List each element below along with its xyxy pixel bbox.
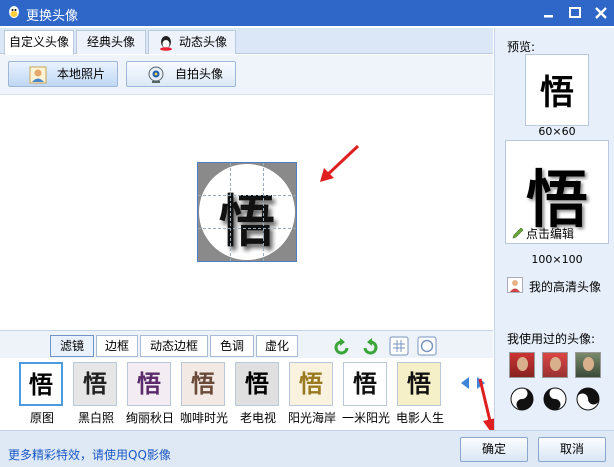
more-effects-link[interactable]: 更多精彩特效，请使用QQ影像 (8, 446, 171, 463)
filter-thumbnail: 悟 (73, 362, 117, 406)
crop-guide (263, 163, 264, 261)
preview-small-glyph: 悟 (540, 73, 574, 113)
used-avatars-title: 我使用过的头像: (507, 332, 596, 346)
click-to-edit-label: 点击编辑 (526, 227, 575, 241)
filter-tab-tone[interactable]: 色调 (210, 335, 254, 357)
annotation-arrow (320, 144, 360, 182)
face-icon (550, 357, 561, 371)
filter-tab-blur[interactable]: 虚化 (256, 335, 298, 357)
hd-avatar-icon (507, 277, 523, 293)
preview-small-size: 60×60 (538, 125, 576, 138)
cancel-button[interactable]: 取消 (538, 437, 606, 462)
filter-thumbnail: 悟 (289, 362, 333, 406)
filter-tab-border[interactable]: 边框 (96, 335, 138, 357)
filter-tabs: 滤镜 边框 动态边框 色调 虚化 (0, 330, 493, 358)
face-icon (583, 357, 594, 371)
filter-thumbnail: 悟 (127, 362, 171, 406)
hd-avatar-label: 我的高清头像 (529, 280, 602, 294)
preview-large-size: 100×100 (531, 253, 583, 266)
qq-penguin-icon (160, 36, 172, 51)
rotate-left-icon[interactable] (332, 337, 352, 357)
selfie-label: 自拍头像 (175, 67, 224, 81)
close-icon[interactable] (592, 4, 610, 22)
bottom-bar: 更多精彩特效，请使用QQ影像 确定 取消 (0, 430, 614, 467)
filter-tab-animated-border[interactable]: 动态边框 (140, 335, 208, 357)
title-bar: 更换头像 (0, 0, 614, 26)
tab-custom-avatar[interactable]: 自定义头像 (4, 30, 74, 55)
qq-logo-icon (9, 6, 19, 18)
webcam-icon (148, 66, 164, 83)
window-title: 更换头像 (26, 9, 79, 24)
crop-area[interactable]: 悟 (197, 162, 297, 262)
preview-panel: 预览: 悟 60×60 悟 点击编辑 100×100 我的高清头像 我使用过的头… (494, 28, 614, 430)
face-icon (517, 357, 528, 371)
preview-large[interactable]: 悟 点击编辑 (505, 140, 609, 244)
scroll-left-icon[interactable] (459, 376, 471, 390)
avatar-type-tabs: 自定义头像 经典头像 动态头像 (0, 28, 493, 55)
crop-guide (198, 228, 296, 229)
preview-small: 悟 (525, 54, 589, 126)
tab-animated-avatar-label: 动态头像 (179, 35, 228, 49)
circle-crop-icon[interactable] (417, 336, 437, 356)
tab-animated-avatar[interactable]: 动态头像 (148, 30, 236, 54)
minimize-icon[interactable] (540, 4, 558, 22)
tab-classic-avatar[interactable]: 经典头像 (76, 30, 146, 54)
filter-name: 电影人生 (395, 411, 444, 425)
crop-guide (230, 163, 231, 261)
used-avatar-photo[interactable] (575, 352, 601, 378)
yin-yang-avatar-icon[interactable] (509, 386, 535, 412)
local-photo-button[interactable]: 本地照片 (8, 61, 118, 87)
rotate-right-icon[interactable] (360, 337, 380, 357)
maximize-icon[interactable] (566, 4, 584, 22)
crop-guide (198, 195, 296, 196)
filter-tab-filter[interactable]: 滤镜 (50, 335, 94, 357)
used-avatar-photo[interactable] (509, 352, 535, 378)
filter-thumbnail: 悟 (19, 362, 63, 406)
selfie-button[interactable]: 自拍头像 (126, 61, 236, 87)
pencil-icon (512, 227, 524, 239)
avatar-glyph: 悟 (219, 189, 275, 255)
grid-icon[interactable] (389, 336, 409, 356)
used-avatar-photo[interactable] (542, 352, 568, 378)
filter-thumbnail: 悟 (181, 362, 225, 406)
filter-thumbnail: 悟 (343, 362, 387, 406)
ok-button[interactable]: 确定 (460, 437, 528, 462)
yin-yang-avatar-icon[interactable] (575, 386, 601, 412)
person-icon (29, 66, 47, 84)
filter-thumbnail: 悟 (235, 362, 279, 406)
source-toolbar: 本地照片 自拍头像 (0, 55, 493, 95)
yin-yang-avatar-icon[interactable] (542, 386, 568, 412)
filter-list: 悟 原图 悟 黑白照 悟 绚丽秋日 悟 咖啡时光 悟 老电视 悟 阳光海岸 悟 … (0, 358, 493, 426)
local-photo-label: 本地照片 (57, 67, 106, 81)
filter-thumbnail: 悟 (397, 362, 441, 406)
preview-title: 预览: (507, 40, 536, 54)
